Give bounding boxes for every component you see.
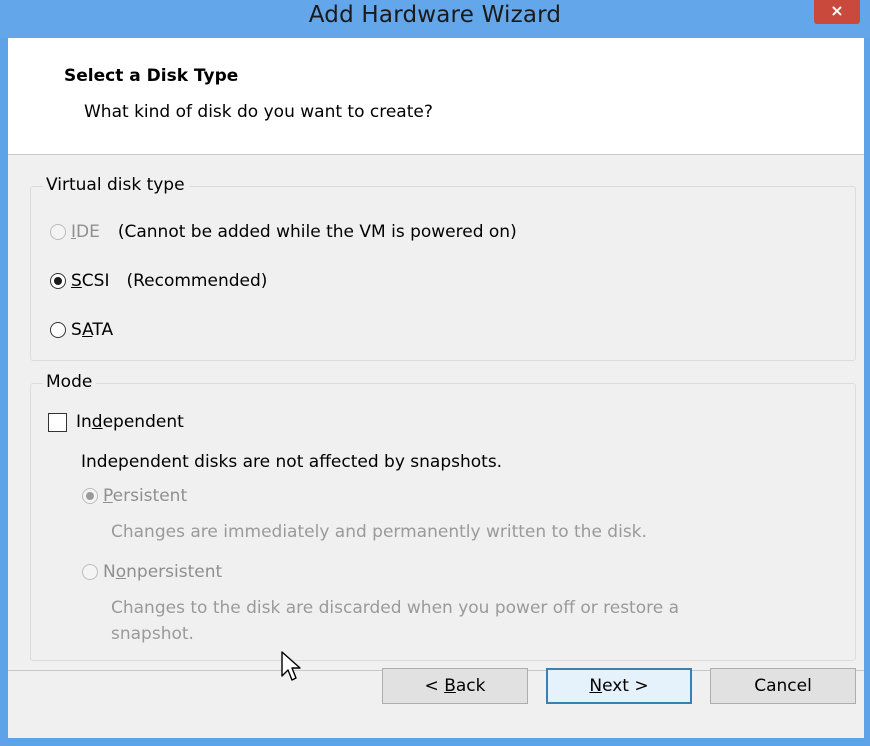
radio-nonpersistent-label: Nonpersistent [103, 562, 223, 582]
persistent-description: Changes are immediately and permanently … [111, 522, 647, 542]
radio-scsi-label: SCSI [71, 271, 110, 291]
nonpersistent-description-line2: snapshot. [111, 624, 194, 644]
radio-nonpersistent[interactable]: Nonpersistent [82, 562, 222, 582]
independent-checkbox-box[interactable] [48, 412, 67, 432]
radio-nonpersistent-button[interactable] [82, 564, 98, 580]
radio-ide-label: IDE [71, 222, 100, 242]
radio-sata[interactable]: SATA [50, 320, 113, 340]
close-button[interactable]: × [814, 0, 860, 24]
radio-persistent-label: Persistent [103, 486, 188, 506]
radio-sata-label: SATA [71, 320, 114, 340]
next-button[interactable]: Next > [546, 668, 692, 704]
window-title: Add Hardware Wizard [308, 2, 562, 28]
radio-ide[interactable]: IDE (Cannot be added while the VM is pow… [50, 222, 517, 242]
radio-persistent-button[interactable] [82, 488, 98, 504]
radio-persistent[interactable]: Persistent [82, 486, 187, 506]
independent-checkbox[interactable]: Independent [48, 412, 184, 432]
nonpersistent-description-line1: Changes to the disk are discarded when y… [111, 598, 680, 618]
disk-type-group-label: Virtual disk type [43, 175, 189, 195]
close-icon: × [830, 1, 844, 20]
wizard-header: Select a Disk Type What kind of disk do … [8, 38, 864, 155]
radio-ide-button[interactable] [50, 224, 66, 240]
dialog-client: Select a Disk Type What kind of disk do … [8, 38, 864, 738]
page-title: Select a Disk Type [64, 66, 239, 86]
mouse-pointer-icon [281, 651, 301, 681]
radio-sata-button[interactable] [50, 322, 66, 338]
independent-note: Independent disks are not affected by sn… [81, 452, 503, 472]
ide-note: (Cannot be added while the VM is powered… [117, 222, 517, 242]
independent-label: Independent [76, 412, 184, 432]
radio-scsi[interactable]: SCSI (Recommended) [50, 271, 267, 291]
mode-group-label: Mode [43, 372, 97, 392]
wizard-window: Add Hardware Wizard × Select a Disk Type… [0, 0, 870, 746]
back-button[interactable]: < Back [382, 668, 528, 704]
page-subtitle: What kind of disk do you want to create? [84, 102, 433, 122]
title-bar[interactable]: Add Hardware Wizard × [0, 0, 870, 38]
scsi-note: (Recommended) [126, 271, 268, 291]
radio-scsi-button[interactable] [50, 273, 66, 289]
cancel-button[interactable]: Cancel [710, 668, 856, 704]
